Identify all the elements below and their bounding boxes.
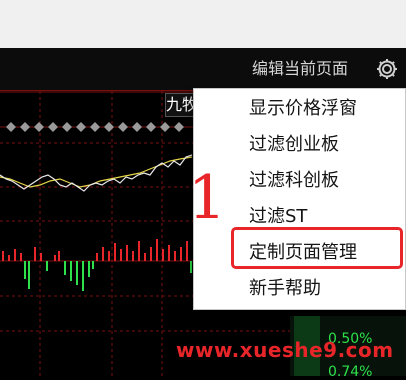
- percent-label: 0.74%: [328, 364, 373, 380]
- volume-bars-rise: [2, 239, 188, 261]
- window-top-strip: [0, 0, 406, 48]
- menu-item-filter-chinext[interactable]: 过滤创业板: [194, 127, 405, 163]
- volume-bars-fall: [24, 261, 192, 291]
- gear-icon[interactable]: [372, 54, 402, 84]
- menu-item-beginner-help[interactable]: 新手帮助: [194, 271, 405, 307]
- price-line: [0, 154, 193, 192]
- highlight-box: [231, 227, 403, 269]
- edit-current-page-button[interactable]: 编辑当前页面: [244, 56, 356, 82]
- annotation-number: 1: [188, 163, 227, 233]
- top-toolbar: 编辑当前页面: [0, 48, 406, 91]
- watermark: www.xueshe9.com: [176, 338, 394, 362]
- menu-item-show-price-float[interactable]: 显示价格浮窗: [194, 91, 405, 127]
